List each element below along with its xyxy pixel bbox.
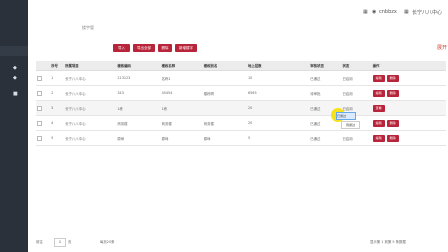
col-header: 所属项目 — [64, 61, 117, 71]
edit-button[interactable]: 编辑 — [372, 89, 385, 97]
status-tooltip: 待通过 — [341, 121, 360, 129]
col-header: 序号 — [50, 61, 65, 71]
building-table: 序号 所属项目 楼栋编码 楼栋名称 楼栋别名 地上层数 审核状态 状态 操作 1… — [36, 61, 446, 146]
edit-button[interactable]: 编辑 — [372, 74, 385, 82]
col-header: 楼栋编码 — [116, 61, 161, 71]
table-header: 序号 所属项目 楼栋编码 楼栋名称 楼栋别名 地上层数 审核状态 状态 操作 — [36, 61, 446, 71]
col-header: 操作 — [371, 61, 446, 71]
row-checkbox[interactable] — [37, 135, 42, 141]
row-checkbox[interactable] — [37, 90, 42, 96]
table-cell — [202, 100, 247, 116]
breadcrumb[interactable]: 楼宇管 — [82, 25, 94, 31]
page-summary: 显示第 1 到第 5 条数据 — [370, 240, 406, 244]
delete-row-button[interactable]: 删除 — [386, 134, 399, 142]
col-header: 楼栋名称 — [160, 61, 203, 71]
menu-icon[interactable]: ▦ — [363, 9, 368, 15]
table-cell: 商务楼 — [116, 115, 161, 131]
table-cell: 已通过 — [309, 130, 342, 146]
table-row[interactable]: 4 长宁八八中心 商务楼 商务楼 商务楼 20 已通过 已启用 编辑 删除 — [36, 115, 446, 131]
page-jump-label: 前往 — [36, 240, 43, 244]
table-cell: 已启用 — [341, 70, 372, 86]
table-cell: 原垛 — [160, 130, 203, 146]
table-cell: 原垛 — [116, 130, 161, 146]
delete-button[interactable]: 删除 — [158, 44, 172, 52]
table-cell: 名称1 — [160, 70, 203, 86]
table-row[interactable]: 5 长宁八八中心 原垛 原垛 原垛 5 已通过 已启用 编辑 删除 — [36, 130, 446, 146]
edit-button[interactable]: 编辑 — [372, 134, 385, 142]
table-cell: 待审批 — [309, 85, 342, 101]
export-all-button[interactable]: 导出全部 — [133, 44, 155, 52]
table-cell: 长宁八八中心 — [64, 115, 117, 131]
top-bar: ▦ ◉ cnbbzx ▦ 长宁八八中心 ⋯ — [28, 0, 448, 25]
page-size-select[interactable]: 每页20条 — [100, 239, 115, 244]
expand-link[interactable]: 展开 — [437, 44, 447, 51]
row-checkbox[interactable] — [37, 75, 42, 81]
table-cell: 1栋 — [160, 100, 203, 116]
delete-row-button[interactable]: 删除 — [386, 89, 399, 97]
table-cell: 长宁八八中心 — [64, 130, 117, 146]
sidebar-icon-1[interactable]: ◆ — [13, 66, 17, 71]
col-header: 审核状态 — [309, 61, 342, 71]
table-cell: 已启用 — [341, 85, 372, 101]
table-cell: 已启用 — [341, 130, 372, 146]
col-header: 状态 — [341, 61, 372, 71]
edit-button[interactable]: 编辑 — [372, 119, 385, 127]
table-cell: 长宁八八中心 — [64, 100, 117, 116]
table-cell: 2 — [50, 85, 65, 101]
table-cell: 213123 — [116, 70, 161, 86]
table-cell: 6565 — [246, 85, 310, 101]
table-cell: 3 — [50, 100, 65, 116]
center-name[interactable]: 长宁八八中心 — [412, 9, 442, 16]
view-button[interactable]: 查看 — [372, 104, 385, 112]
table-cell: 20 — [246, 100, 310, 116]
col-header: 地上层数 — [246, 61, 310, 71]
import-button[interactable]: 导入 — [113, 44, 130, 52]
table-cell: 5 — [50, 130, 65, 146]
user-name[interactable]: cnbbzx — [379, 9, 397, 15]
sidebar-icon-2[interactable]: ◆ — [13, 76, 17, 81]
delete-row-button[interactable]: 删除 — [386, 74, 399, 82]
table-cell: 商务楼 — [160, 115, 203, 131]
add-building-button[interactable]: 新增楼宇 — [175, 44, 197, 52]
col-header: 楼栋别名 — [202, 61, 247, 71]
table-cell: 1栋 — [116, 100, 161, 116]
row-checkbox[interactable] — [37, 120, 42, 126]
table-cell: 楼栋啊 — [202, 85, 247, 101]
table-cell: 343 — [116, 85, 161, 101]
table-cell: 已通过 — [309, 70, 342, 86]
row-checkbox[interactable] — [37, 105, 42, 111]
page-unit: 页 — [68, 240, 72, 244]
status-cell-editor[interactable]: 已通过 — [336, 112, 356, 120]
table-cell: 长宁八八中心 — [64, 85, 117, 101]
table-cell: 长宁八八中心 — [64, 70, 117, 86]
table-cell: 45454 — [160, 85, 203, 101]
table-row[interactable]: 1 长宁八八中心 213123 名称1 10 已通过 已启用 编辑 删除 — [36, 70, 446, 86]
user-icon[interactable]: ◉ — [372, 9, 376, 15]
table-cell — [202, 70, 247, 86]
select-all-header[interactable] — [36, 61, 51, 71]
sidebar-icon-3[interactable]: ■ — [13, 92, 18, 97]
center-icon[interactable]: ▦ — [404, 9, 409, 15]
table-cell: 20 — [246, 115, 310, 131]
sidebar-item-1[interactable] — [0, 46, 28, 56]
delete-row-button[interactable]: 删除 — [386, 119, 399, 127]
table-cell: 1 — [50, 70, 65, 86]
table-cell: 5 — [246, 130, 310, 146]
sidebar: ◆ ◆ ■ — [0, 0, 28, 252]
page-number-input[interactable]: 1 — [54, 238, 66, 247]
table-row[interactable]: 3 长宁八八中心 1栋 1栋 20 已通过 已启用 查看 — [36, 100, 446, 116]
table-cell: 原垛 — [202, 130, 247, 146]
table-cell: 商务楼 — [202, 115, 247, 131]
table-cell: 4 — [50, 115, 65, 131]
table-cell: 10 — [246, 70, 310, 86]
table-row[interactable]: 2 长宁八八中心 343 45454 楼栋啊 6565 待审批 已启用 编辑 删… — [36, 85, 446, 101]
